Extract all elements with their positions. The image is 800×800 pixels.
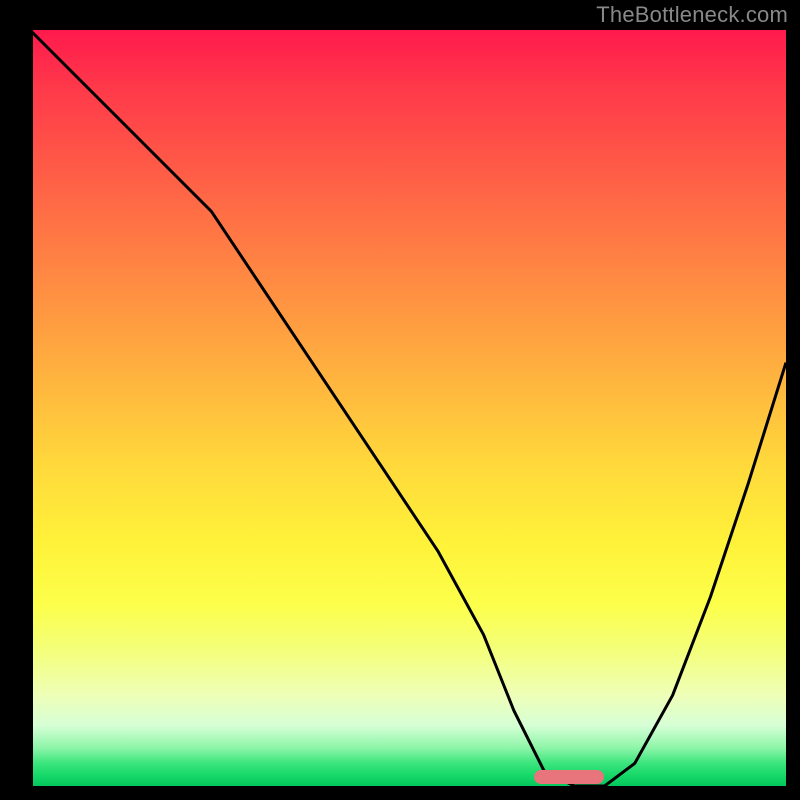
plot-area bbox=[30, 30, 786, 786]
bottleneck-curve bbox=[30, 30, 786, 786]
x-axis bbox=[27, 786, 789, 792]
watermark-text: TheBottleneck.com bbox=[596, 2, 788, 28]
y-axis bbox=[27, 27, 33, 789]
optimal-range-marker bbox=[534, 770, 604, 784]
